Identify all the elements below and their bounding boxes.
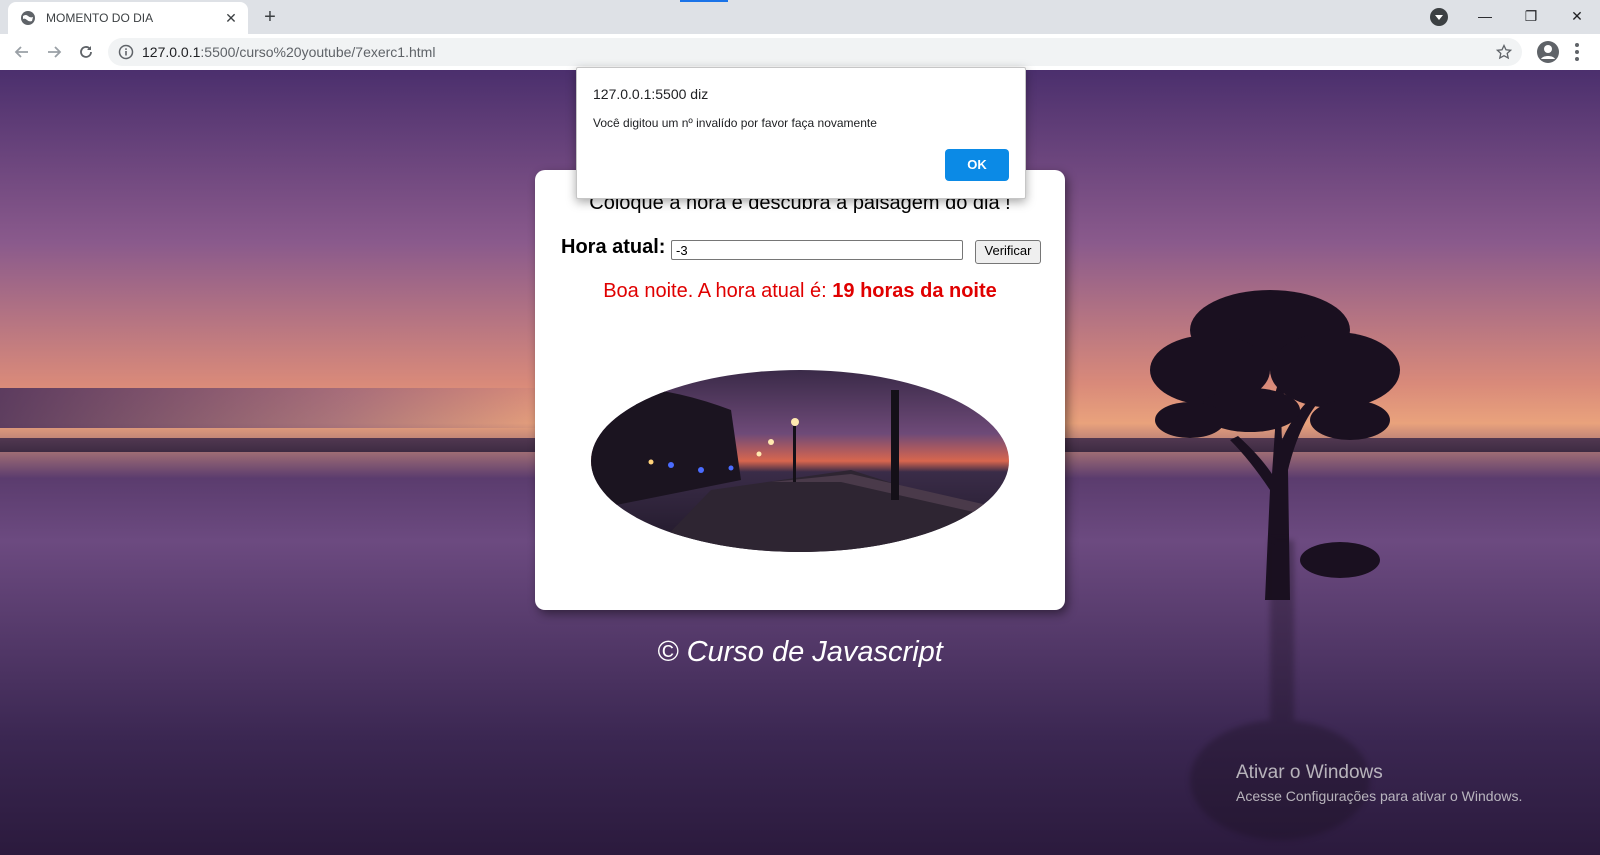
night-landscape-image bbox=[591, 370, 1009, 552]
reload-icon bbox=[80, 46, 92, 58]
result-message: Boa noite. A hora atual é: 19 horas da n… bbox=[535, 280, 1065, 303]
alert-ok-button[interactable]: OK bbox=[945, 149, 1009, 181]
url-host: 127.0.0.1 bbox=[142, 44, 201, 60]
forward-button[interactable] bbox=[42, 40, 66, 64]
main-card: Coloque a hora e descubra a paisagem do … bbox=[535, 170, 1065, 610]
background-clouds bbox=[0, 388, 560, 428]
activation-title: Ativar o Windows bbox=[1236, 762, 1383, 783]
menu-dots-icon[interactable] bbox=[1574, 42, 1580, 62]
globe-icon bbox=[21, 11, 35, 25]
hour-input[interactable] bbox=[671, 240, 963, 260]
tree-reflection bbox=[1190, 540, 1370, 840]
arrow-left-icon bbox=[14, 46, 28, 58]
reload-button[interactable] bbox=[74, 40, 98, 64]
tab-close-icon[interactable]: ✕ bbox=[220, 7, 242, 29]
result-text: Boa noite. A hora atual é: bbox=[603, 280, 833, 302]
tab-momento-do-dia[interactable]: MOMENTO DO DIA ✕ bbox=[8, 2, 248, 34]
bookmark-star-icon[interactable] bbox=[1496, 44, 1512, 60]
minimize-button[interactable]: — bbox=[1462, 0, 1508, 32]
tab-strip: MOMENTO DO DIA ✕ + — ❐ ✕ bbox=[0, 0, 1600, 34]
tab-indicator bbox=[680, 0, 728, 2]
browser-toolbar: 127.0.0.1:5500/curso%20youtube/7exerc1.h… bbox=[0, 34, 1600, 71]
arrow-right-icon bbox=[48, 46, 62, 58]
window-close-button[interactable]: ✕ bbox=[1554, 0, 1600, 32]
activation-subtitle: Acesse Configurações para ativar o Windo… bbox=[1236, 788, 1523, 804]
verify-button[interactable]: Verificar bbox=[975, 240, 1041, 264]
tab-title: MOMENTO DO DIA bbox=[46, 11, 154, 25]
back-button[interactable] bbox=[10, 40, 34, 64]
address-bar[interactable]: 127.0.0.1:5500/curso%20youtube/7exerc1.h… bbox=[108, 38, 1522, 66]
new-tab-button[interactable]: + bbox=[258, 6, 282, 30]
tab-search-icon[interactable] bbox=[1430, 8, 1448, 26]
alert-origin: 127.0.0.1:5500 diz bbox=[593, 86, 709, 102]
hour-label: Hora atual: bbox=[561, 236, 666, 258]
windows-activation-notice: Ativar o Windows Acesse Configurações pa… bbox=[1236, 762, 1522, 804]
profile-avatar-icon[interactable] bbox=[1536, 40, 1560, 64]
info-icon[interactable] bbox=[118, 44, 134, 60]
alert-message: Você digitou um nº invalído por favor fa… bbox=[593, 116, 877, 130]
result-hour: 19 horas da noite bbox=[832, 280, 997, 302]
url-path: :5500/curso%20youtube/7exerc1.html bbox=[200, 44, 436, 60]
restore-button[interactable]: ❐ bbox=[1508, 0, 1554, 32]
alert-dialog: 127.0.0.1:5500 diz Você digitou um nº in… bbox=[576, 67, 1026, 199]
url-text: 127.0.0.1:5500/curso%20youtube/7exerc1.h… bbox=[142, 44, 435, 60]
footer-credit: © Curso de Javascript bbox=[657, 636, 943, 668]
